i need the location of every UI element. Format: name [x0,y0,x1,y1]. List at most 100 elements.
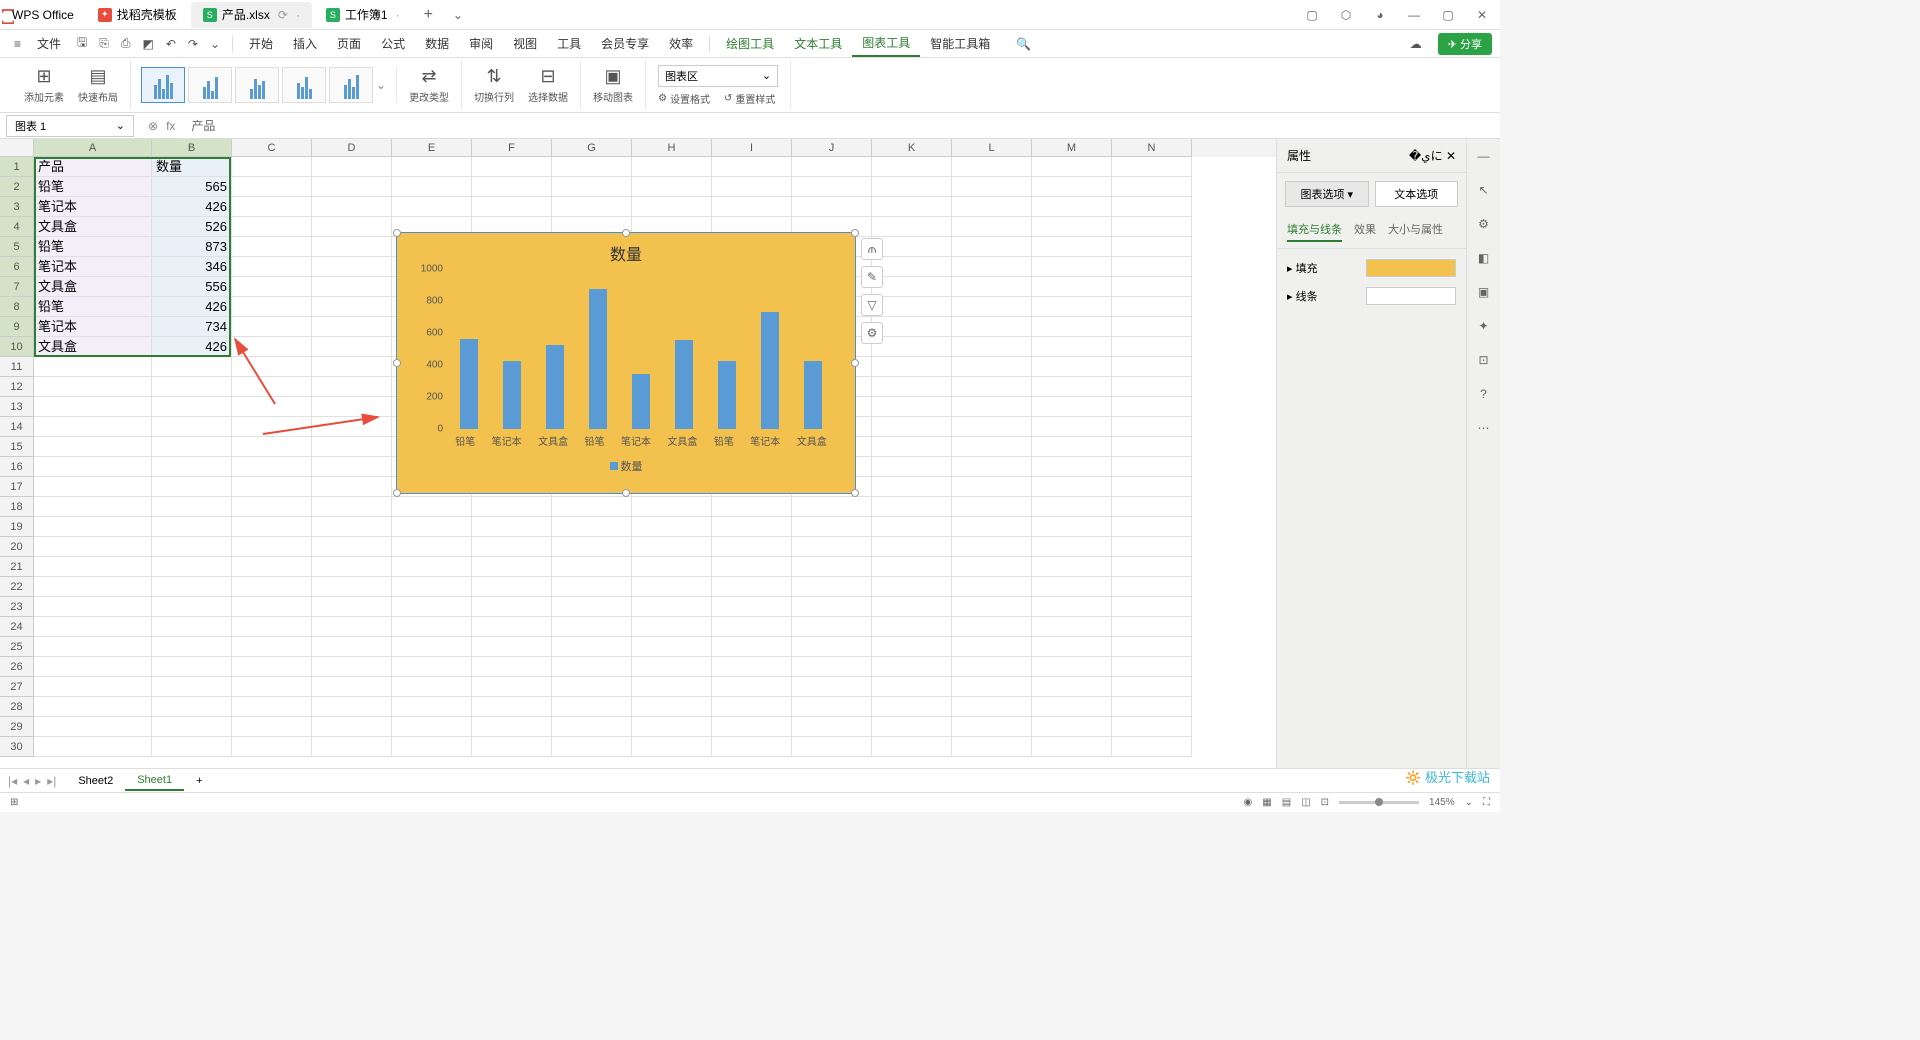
cell[interactable] [232,517,312,537]
zoom-dropdown-icon[interactable]: ⌄ [1465,797,1473,808]
add-sheet-button[interactable]: + [184,772,214,790]
redo-icon[interactable]: ↷ [182,34,204,54]
cell[interactable] [1032,377,1112,397]
cell[interactable] [312,417,392,437]
cell[interactable] [1032,277,1112,297]
cell[interactable] [1032,437,1112,457]
cell[interactable] [792,717,872,737]
cell[interactable] [472,717,552,737]
cube-icon[interactable]: ⬡ [1336,8,1356,22]
cell[interactable] [1112,457,1192,477]
cell[interactable] [1112,617,1192,637]
cell[interactable] [1112,537,1192,557]
row-header[interactable]: 25 [0,637,34,657]
tab-templates[interactable]: ✦ 找稻壳模板 [86,2,189,28]
cell[interactable] [952,197,1032,217]
row-header[interactable]: 1 [0,157,34,177]
cell[interactable] [1032,517,1112,537]
col-header[interactable]: F [472,139,552,157]
cell[interactable] [392,557,472,577]
cell[interactable] [1112,397,1192,417]
cell[interactable] [552,677,632,697]
cell[interactable] [232,477,312,497]
cell[interactable] [392,177,472,197]
cell[interactable] [1112,177,1192,197]
row-header[interactable]: 8 [0,297,34,317]
cell[interactable] [232,677,312,697]
cell[interactable] [232,157,312,177]
cell[interactable] [1032,397,1112,417]
sheet-tab-sheet2[interactable]: Sheet2 [66,772,125,790]
cell[interactable] [232,457,312,477]
cell[interactable] [872,157,952,177]
row-header[interactable]: 28 [0,697,34,717]
cell[interactable] [152,717,232,737]
cell[interactable]: 426 [152,297,232,317]
cell[interactable] [792,177,872,197]
cell[interactable] [152,637,232,657]
image-tool-icon[interactable]: ⊡ [1473,349,1495,371]
cell[interactable]: 734 [152,317,232,337]
cell[interactable] [152,577,232,597]
row-header[interactable]: 16 [0,457,34,477]
cell[interactable] [1032,557,1112,577]
preview-icon[interactable]: ◩ [136,34,159,54]
cell[interactable] [1112,717,1192,737]
cell[interactable] [1032,197,1112,217]
cell[interactable]: 526 [152,217,232,237]
subtab-fill[interactable]: 填充与线条 [1287,221,1342,242]
cell[interactable] [872,577,952,597]
cell[interactable] [1032,737,1112,757]
cell[interactable] [552,157,632,177]
cell[interactable] [1112,517,1192,537]
cell[interactable] [232,617,312,637]
cell[interactable] [472,517,552,537]
cell[interactable] [392,637,472,657]
cell[interactable] [1112,497,1192,517]
cell[interactable] [712,737,792,757]
cell[interactable] [232,317,312,337]
cell[interactable] [952,397,1032,417]
cell[interactable] [312,397,392,417]
cell[interactable] [1032,337,1112,357]
chart-style-4[interactable] [282,67,326,103]
cell[interactable] [1032,497,1112,517]
cell[interactable] [1032,477,1112,497]
collapse-icon[interactable]: — [1473,145,1495,167]
row-header[interactable]: 10 [0,337,34,357]
cell[interactable] [712,497,792,517]
cell[interactable] [872,277,952,297]
cell[interactable] [312,597,392,617]
cell[interactable] [952,337,1032,357]
cell[interactable] [712,577,792,597]
cell[interactable] [34,577,152,597]
cell[interactable]: 铅笔 [34,177,152,197]
cell[interactable] [1032,537,1112,557]
line-style-picker[interactable] [1366,287,1456,305]
cell[interactable] [312,677,392,697]
col-header[interactable]: L [952,139,1032,157]
cell[interactable] [312,377,392,397]
effects-tool-icon[interactable]: ✦ [1473,315,1495,337]
cell[interactable] [552,197,632,217]
select-data-button[interactable]: ⊟ 选择数据 [528,66,568,104]
cell[interactable] [632,657,712,677]
menu-tools[interactable]: 工具 [547,31,591,56]
cell[interactable] [712,597,792,617]
menu-member[interactable]: 会员专享 [591,31,659,56]
cell[interactable] [392,697,472,717]
view-layout-icon[interactable]: ◫ [1301,797,1310,808]
chart-title[interactable]: 数量 [397,233,855,269]
cell[interactable] [952,257,1032,277]
cell[interactable] [312,157,392,177]
cell[interactable] [232,377,312,397]
cell[interactable] [34,737,152,757]
cell[interactable] [34,457,152,477]
undo-icon[interactable]: ↶ [160,34,182,54]
switch-rc-button[interactable]: ⇅ 切换行列 [474,66,514,104]
chart-legend[interactable]: 数量 [397,458,855,474]
view-page-icon[interactable]: ▤ [1282,797,1291,808]
col-header[interactable]: J [792,139,872,157]
view-icon[interactable]: ◉ [1244,797,1253,808]
cell[interactable] [792,697,872,717]
